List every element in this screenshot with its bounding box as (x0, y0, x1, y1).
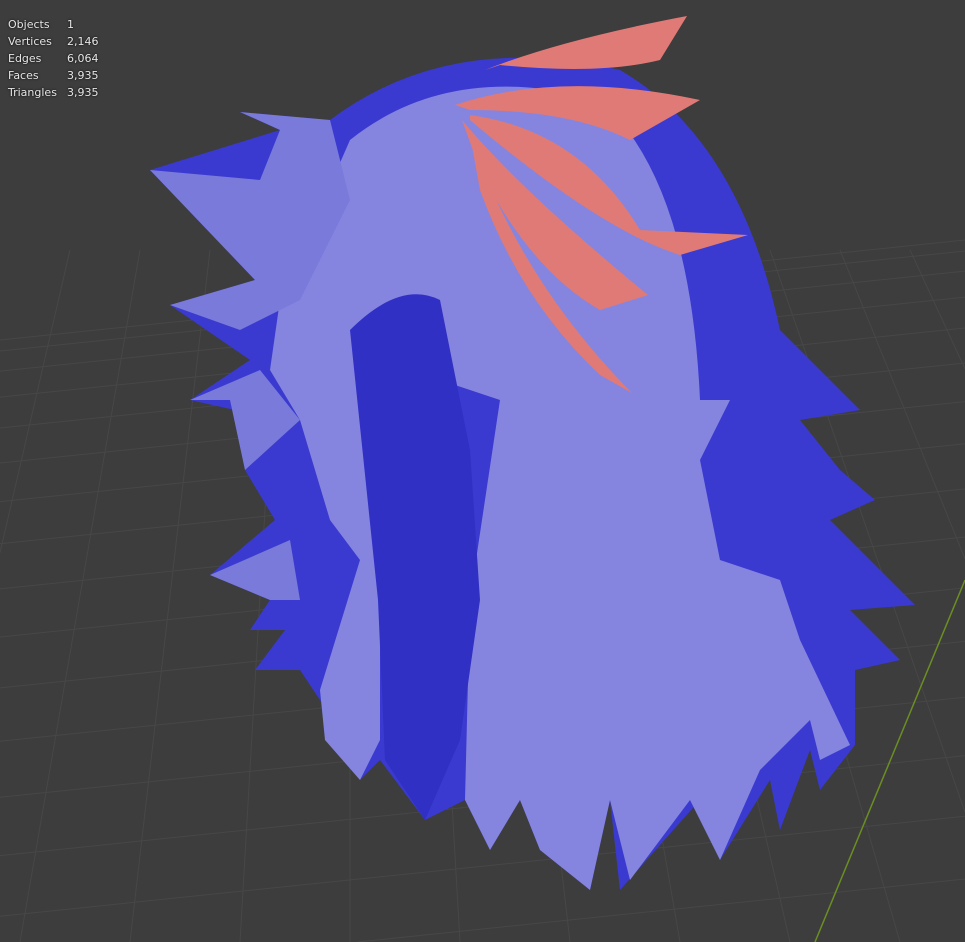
stat-triangles: Triangles 3,935 (8, 84, 99, 101)
stat-value: 3,935 (67, 69, 99, 82)
stat-value: 1 (67, 18, 74, 31)
3d-viewport[interactable] (0, 0, 965, 942)
grid-line (839, 249, 965, 560)
stat-value: 2,146 (67, 35, 99, 48)
stat-vertices: Vertices 2,146 (8, 33, 99, 50)
hair-mesh[interactable] (150, 16, 915, 890)
stat-label: Objects (8, 18, 50, 31)
stat-value: 6,064 (67, 52, 99, 65)
stat-label: Faces (8, 69, 39, 82)
stat-label: Edges (8, 52, 42, 65)
grid-line (357, 878, 965, 942)
stat-objects: Objects 1 (8, 16, 99, 33)
stat-label: Vertices (8, 35, 52, 48)
grid-line (19, 249, 141, 942)
stat-value: 3,935 (67, 86, 99, 99)
grid-line (0, 249, 71, 553)
stat-label: Triangles (8, 86, 57, 99)
stat-edges: Edges 6,064 (8, 50, 99, 67)
stat-faces: Faces 3,935 (8, 67, 99, 84)
scene-statistics-overlay: Objects 1 Vertices 2,146 Edges 6,064 Faces 3… (8, 16, 99, 101)
grid-line (909, 249, 965, 370)
